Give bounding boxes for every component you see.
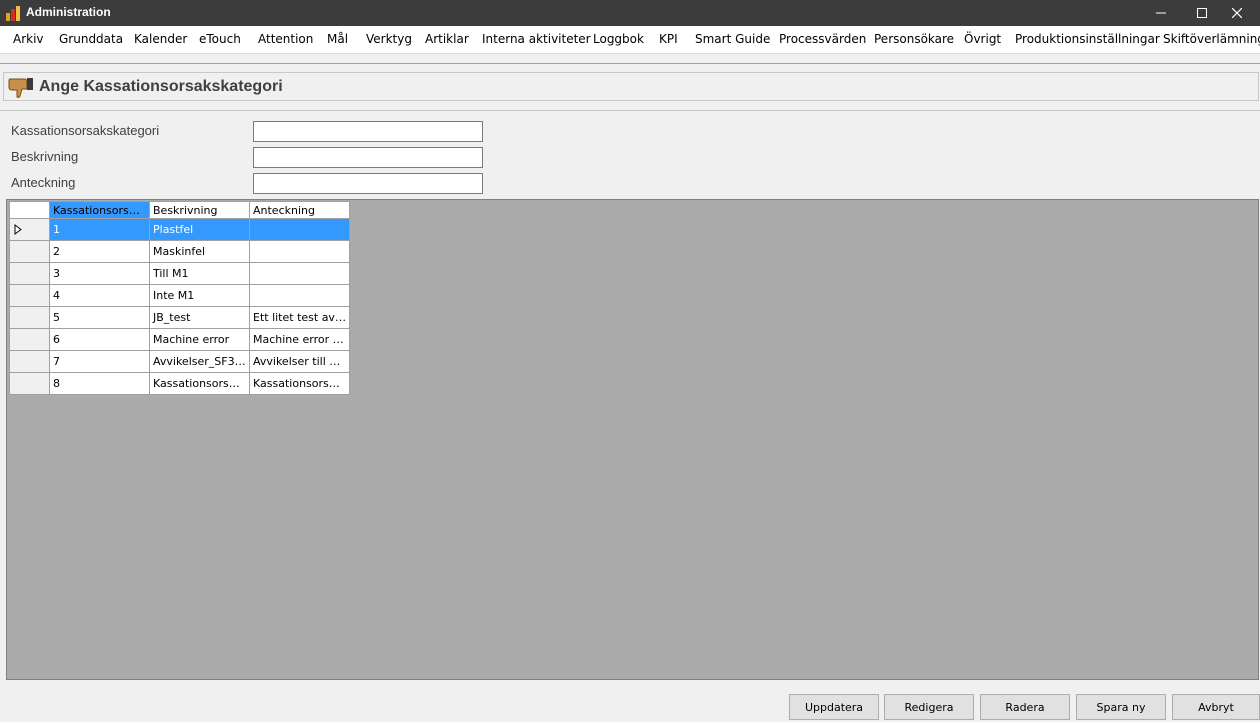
column-header-beskrivning[interactable]: Beskrivning: [149, 201, 250, 219]
menu-skiftoverlamning[interactable]: Skiftöverlämning: [1163, 32, 1260, 46]
table-row[interactable]: 4 Inte M1: [9, 284, 350, 307]
table-row[interactable]: 8 Kassationsorsak... Kassationsorsak...: [9, 372, 350, 395]
cell-beskrivning[interactable]: Kassationsorsak...: [149, 372, 250, 395]
menu-ovrigt[interactable]: Övrigt: [964, 32, 1001, 46]
delete-button[interactable]: Radera: [980, 694, 1070, 720]
menu-produktionsinstallningar[interactable]: Produktionsinställningar: [1015, 32, 1160, 46]
beskrivning-input[interactable]: [253, 147, 483, 168]
cell-beskrivning[interactable]: Machine error: [149, 328, 250, 351]
edit-button[interactable]: Redigera: [884, 694, 974, 720]
close-icon: [1232, 8, 1242, 18]
row-header[interactable]: [9, 306, 50, 329]
cell-anteckning[interactable]: Kassationsorsak...: [249, 372, 350, 395]
menu-mal[interactable]: Mål: [327, 32, 348, 46]
menu-interna-aktiviteter[interactable]: Interna aktiviteter: [482, 32, 591, 46]
separator: [0, 110, 1260, 111]
cell-kategori[interactable]: 1: [49, 218, 150, 241]
table-row[interactable]: 7 Avvikelser_SF338 Avvikelser till SF...: [9, 350, 350, 373]
minimize-icon: [1156, 12, 1166, 14]
column-header-anteckning[interactable]: Anteckning: [249, 201, 350, 219]
grid-corner[interactable]: [9, 201, 50, 219]
menu-personsokare[interactable]: Personsökare: [874, 32, 954, 46]
anteckning-input[interactable]: [253, 173, 483, 194]
cell-anteckning[interactable]: [249, 262, 350, 285]
cancel-button[interactable]: Avbryt: [1172, 694, 1260, 720]
cell-beskrivning[interactable]: Plastfel: [149, 218, 250, 241]
grid-table: Kassationsorsakska Beskrivning Antecknin…: [9, 201, 350, 395]
current-row-icon: [14, 224, 22, 235]
menu-attention[interactable]: Attention: [258, 32, 313, 46]
cell-anteckning[interactable]: Ett litet test av J...: [249, 306, 350, 329]
table-row[interactable]: 1 Plastfel: [9, 218, 350, 241]
menu-etouch[interactable]: eTouch: [199, 32, 241, 46]
cell-anteckning[interactable]: [249, 284, 350, 307]
row-header[interactable]: [9, 372, 50, 395]
app-logo-icon: [6, 6, 20, 21]
cell-kategori[interactable]: 5: [49, 306, 150, 329]
menu-bar: Arkiv Grunddata Kalender eTouch Attentio…: [0, 26, 1260, 54]
separator: [0, 63, 1260, 64]
data-grid[interactable]: Kassationsorsakska Beskrivning Antecknin…: [6, 199, 1259, 680]
cell-anteckning[interactable]: Machine error wi...: [249, 328, 350, 351]
menu-verktyg[interactable]: Verktyg: [366, 32, 412, 46]
cell-beskrivning[interactable]: JB_test: [149, 306, 250, 329]
menu-arkiv[interactable]: Arkiv: [13, 32, 44, 46]
cell-kategori[interactable]: 4: [49, 284, 150, 307]
cell-kategori[interactable]: 3: [49, 262, 150, 285]
cell-kategori[interactable]: 8: [49, 372, 150, 395]
title-bar: Administration: [0, 0, 1260, 26]
row-header[interactable]: [9, 240, 50, 263]
menu-artiklar[interactable]: Artiklar: [425, 32, 469, 46]
row-header[interactable]: [9, 262, 50, 285]
menu-grunddata[interactable]: Grunddata: [59, 32, 123, 46]
table-row[interactable]: 6 Machine error Machine error wi...: [9, 328, 350, 351]
row-header[interactable]: [9, 218, 50, 241]
row-header[interactable]: [9, 328, 50, 351]
row-header[interactable]: [9, 350, 50, 373]
update-button[interactable]: Uppdatera: [789, 694, 879, 720]
cell-beskrivning[interactable]: Maskinfel: [149, 240, 250, 263]
cell-beskrivning[interactable]: Till M1: [149, 262, 250, 285]
column-header-kategori[interactable]: Kassationsorsakska: [49, 201, 150, 219]
page-header: Ange Kassationsorsakskategori: [3, 72, 1259, 101]
menu-kpi[interactable]: KPI: [659, 32, 678, 46]
thumbs-down-icon: [8, 78, 33, 98]
beskrivning-label: Beskrivning: [11, 149, 79, 164]
menu-processvarden[interactable]: Processvärden: [779, 32, 866, 46]
close-button[interactable]: [1214, 0, 1260, 26]
cell-kategori[interactable]: 7: [49, 350, 150, 373]
table-row[interactable]: 5 JB_test Ett litet test av J...: [9, 306, 350, 329]
menu-kalender[interactable]: Kalender: [134, 32, 187, 46]
maximize-icon: [1197, 8, 1207, 18]
cell-beskrivning[interactable]: Avvikelser_SF338: [149, 350, 250, 373]
cell-anteckning[interactable]: [249, 218, 350, 241]
anteckning-label: Anteckning: [11, 175, 76, 190]
table-row[interactable]: 2 Maskinfel: [9, 240, 350, 263]
window-title: Administration: [26, 5, 111, 19]
kategori-input[interactable]: [253, 121, 483, 142]
save-new-button[interactable]: Spara ny: [1076, 694, 1166, 720]
page-title: Ange Kassationsorsakskategori: [39, 78, 283, 95]
cell-beskrivning[interactable]: Inte M1: [149, 284, 250, 307]
row-header[interactable]: [9, 284, 50, 307]
cell-anteckning[interactable]: [249, 240, 350, 263]
table-row[interactable]: 3 Till M1: [9, 262, 350, 285]
cell-kategori[interactable]: 6: [49, 328, 150, 351]
cell-anteckning[interactable]: Avvikelser till SF...: [249, 350, 350, 373]
cell-kategori[interactable]: 2: [49, 240, 150, 263]
kategori-label: Kassationsorsakskategori: [11, 123, 160, 138]
menu-loggbok[interactable]: Loggbok: [593, 32, 644, 46]
menu-smart-guide[interactable]: Smart Guide: [695, 32, 770, 46]
minimize-button[interactable]: [1138, 0, 1184, 26]
